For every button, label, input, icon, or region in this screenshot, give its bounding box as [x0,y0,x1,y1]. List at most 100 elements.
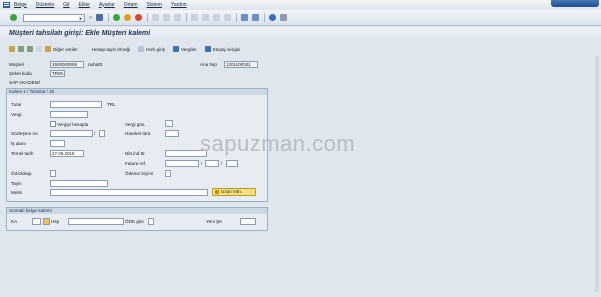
account-field[interactable] [68,218,124,225]
save-icon[interactable] [96,14,104,21]
currency-text: TRL [107,102,116,107]
create-icon[interactable] [36,46,42,52]
net-due-label: Nkt.ind.ttr. [125,151,146,156]
flow-type-label: Hareket türü [125,131,151,136]
amount-field[interactable] [50,101,102,108]
window-controls[interactable] [551,0,599,7]
invoice-ref-label: Fatura ref. [125,161,147,166]
menu-ekler[interactable]: Ekler [79,2,90,8]
chevron-down-icon[interactable]: ▾ [78,15,83,21]
posting-key-field[interactable] [32,218,41,225]
contract-type-field[interactable] [99,130,105,137]
other-data-button[interactable]: Diğer veriler [45,46,78,52]
amount-label: Tutar [11,102,22,107]
payment-method-field[interactable] [165,170,171,177]
menu-duzenle[interactable]: Düzenle [36,2,54,8]
assignment-label: Tayin [11,181,22,186]
standard-toolbar: ▾ « [0,10,601,26]
calc-tax-checkbox[interactable] [50,121,56,127]
business-area-field[interactable] [50,140,65,147]
command-field[interactable]: ▾ [23,13,85,22]
menu-bar: Belge Düzenle Git Ekler Ayarlar Ortam Si… [0,0,601,9]
special-gl-field[interactable] [148,218,154,225]
cancel-icon[interactable] [135,14,143,21]
invoice-ref-field[interactable] [165,160,199,167]
special-gl-label: ÖDK gös [125,219,144,224]
payment-block-field[interactable] [50,170,56,177]
new-company-field[interactable] [240,218,256,225]
customer-label: Müşteri [9,62,25,67]
slash-text: / [94,131,96,136]
menu-ayarlar[interactable]: Ayarlar [99,2,115,8]
slash-text: / [201,161,203,166]
toolbar-separator [147,13,149,22]
value-help-icon[interactable] [43,218,50,225]
menu-yardim[interactable]: Yardım [171,2,187,8]
account-label: Hsp [51,219,60,224]
help-icon[interactable] [269,14,277,21]
taxes-button[interactable]: Vergiler [172,46,197,52]
last-page-icon[interactable] [224,14,232,21]
toolbar-separator [108,13,110,22]
enter-icon[interactable] [10,14,17,21]
long-text-icon [215,190,219,194]
new-company-label: Yeni ŞK [206,219,223,224]
layout-menu-icon[interactable] [280,14,288,21]
vertical-scrollbar[interactable] [595,56,599,292]
find-icon[interactable] [163,14,171,21]
menu-git[interactable]: Git [63,2,69,8]
find-next-icon[interactable] [174,14,182,21]
exit-icon[interactable] [124,14,132,21]
text-field[interactable] [50,189,208,196]
toolbar-separator [236,13,238,22]
tax-code-field[interactable] [165,120,173,127]
gl-account-label: Ana hsp [200,62,217,67]
watermark: sapuzman.com [200,131,356,156]
baseline-date-field[interactable]: 27.05.2018 [50,150,84,157]
fast-entry-button[interactable]: Hızlı giriş [138,46,165,52]
withholding-tax-button[interactable]: Stopaj vergisi [204,46,240,52]
menu-ortam[interactable]: Ortam [124,2,138,8]
baseline-date-label: Temel tarih [11,151,34,156]
previous-item-icon[interactable] [18,46,24,52]
taxes-icon [172,46,179,52]
next-page-icon[interactable] [213,14,221,21]
payment-block-label: Öd.blokajı [11,171,32,176]
assignment-field[interactable] [50,180,108,187]
contract-field[interactable] [50,130,93,137]
company-code-field[interactable]: TR00 [50,70,65,77]
next-item-icon[interactable] [27,46,33,52]
flow-type-field[interactable] [165,130,179,137]
print-icon[interactable] [152,14,160,21]
item-group-title: Kalem 1 / Tahsilat / 15 [7,89,267,95]
text-label: Metin [11,190,23,195]
tax-field[interactable] [50,111,88,118]
long-text-button[interactable]: Uzun mtn. [212,188,256,196]
menu-sistem[interactable]: Sistem [147,2,162,8]
previous-page-icon[interactable] [202,14,210,21]
shortcut-icon[interactable] [252,14,260,21]
first-page-icon[interactable] [191,14,199,21]
overview-icon[interactable] [9,46,15,52]
business-area-label: İş alanı [11,141,26,146]
gl-account-field[interactable]: 1201100001 [224,61,258,68]
company-name: SAP AKADEMİ [9,80,40,85]
back-arrows-icon[interactable]: « [89,15,92,21]
invoice-year-field[interactable] [205,160,219,167]
sap-menu-icon[interactable] [3,1,10,8]
other-data-icon [45,46,51,52]
tax-code-label: Vergi gös. [125,122,146,127]
application-toolbar: Diğer veriler Hesap tayin örneği Hızlı g… [0,43,601,55]
new-session-icon[interactable] [241,14,249,21]
title-bar: Müşteri tahsilatı girişi: Ekle Müşteri k… [0,27,601,40]
invoice-item-field[interactable] [226,160,238,167]
contract-label: Sözleşme no. [11,131,39,136]
page-title: Müşteri tahsilatı girişi: Ekle Müşteri k… [9,30,151,37]
customer-field[interactable]: 1500000069 [50,61,84,68]
menu-belge[interactable]: Belge [14,2,27,8]
account-model-button[interactable]: Hesap tayin örneği [92,47,130,52]
slash-text: / [221,161,223,166]
company-code-label: Şirket kodu [9,71,32,76]
back-icon[interactable] [113,14,121,21]
next-item-title: Sonraki belge kalemi [7,208,267,214]
